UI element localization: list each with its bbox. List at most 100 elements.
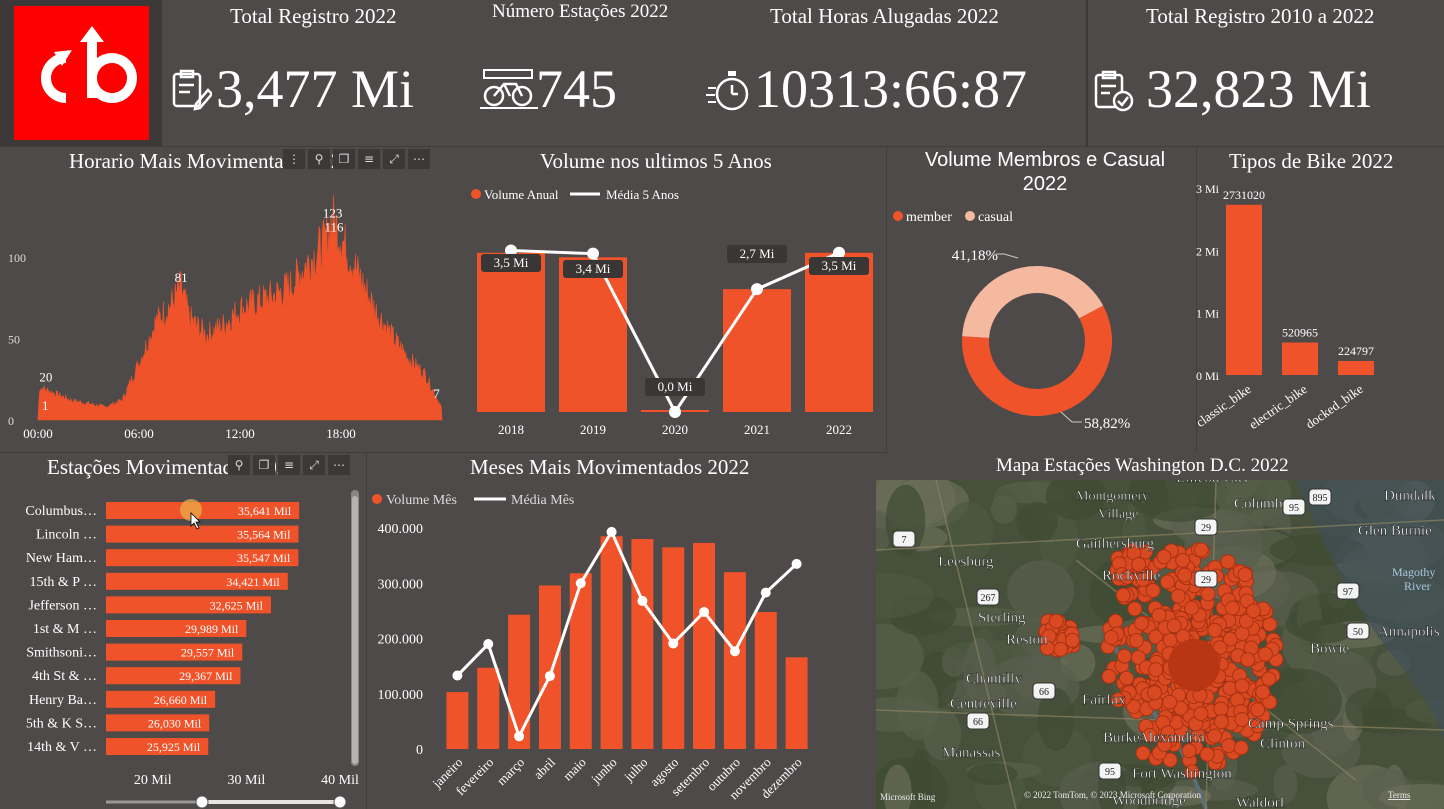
data-label: 7 xyxy=(433,386,440,401)
x-tick-label: julho xyxy=(620,755,650,785)
expand-icon[interactable]: ⤢ xyxy=(303,455,325,475)
map-place-label: Waldorf xyxy=(1236,795,1285,809)
station-marker xyxy=(1250,702,1266,718)
station-marker xyxy=(1103,630,1119,645)
more-icon[interactable]: ⋯ xyxy=(408,149,430,169)
terrain-patch xyxy=(1016,502,1058,544)
bar xyxy=(569,573,592,749)
chart-stations: Columbus… 35,641 Mil Lincoln … 35,564 Mil Ne… xyxy=(25,490,359,809)
filter-icon[interactable]: ≡ xyxy=(358,149,380,169)
station-marker xyxy=(1162,632,1178,648)
line-point xyxy=(751,283,763,296)
range-slider-handle-right xyxy=(333,795,347,809)
leader-line xyxy=(996,253,1019,259)
station-marker xyxy=(1134,615,1150,631)
data-label: 35,564 Mil xyxy=(237,528,291,542)
brand-logo xyxy=(14,6,149,140)
bar xyxy=(559,257,627,412)
y-tick-label: New Ham… xyxy=(26,551,97,566)
road-shield-label: 29 xyxy=(1201,523,1211,534)
x-tick-label: 40 Mil xyxy=(321,773,359,788)
bar xyxy=(1226,204,1262,375)
expand-icon[interactable]: ⤢ xyxy=(383,149,405,169)
kpi-divider xyxy=(1086,0,1088,146)
station-marker xyxy=(1127,601,1143,617)
road-shield-label: 7 xyxy=(902,535,907,546)
data-label: 26,030 Mil xyxy=(148,716,202,730)
y-tick-label: 50 xyxy=(8,333,20,347)
donut-slice xyxy=(962,266,1104,338)
station-marker xyxy=(1048,613,1064,629)
legend-label: Volume Anual xyxy=(484,187,559,202)
drag-handle-icon[interactable]: ⋮ xyxy=(283,149,305,169)
bar xyxy=(600,536,623,749)
data-label: 3,5 Mi xyxy=(494,255,529,270)
line-point xyxy=(587,247,599,260)
y-tick-label: 300.000 xyxy=(378,577,424,592)
legend-swatch-member xyxy=(893,211,903,221)
data-label: 224797 xyxy=(1338,344,1374,358)
legend-label: Média 5 Anos xyxy=(606,187,679,202)
map-brand: Microsoft Bing xyxy=(880,792,936,802)
data-label: 123 xyxy=(323,206,343,221)
line-point xyxy=(833,246,845,259)
kpi-title-registro-2022: Total Registro 2022 xyxy=(230,4,397,28)
copy-icon[interactable]: ❐ xyxy=(333,149,355,169)
x-tick-label: 00:00 xyxy=(23,426,53,441)
line-point xyxy=(544,671,555,682)
terrain-patch xyxy=(1345,687,1393,731)
line-point xyxy=(791,558,802,569)
range-slider-handle-left xyxy=(195,795,209,809)
map-place-label: Fort Washington xyxy=(1132,766,1232,782)
more-icon[interactable]: ⋯ xyxy=(328,455,350,475)
map-place-label: River xyxy=(1404,579,1431,593)
terrain-patch xyxy=(1296,619,1353,644)
station-marker xyxy=(1135,745,1151,761)
station-marker xyxy=(1177,567,1193,583)
station-marker xyxy=(1255,684,1271,700)
x-tick-label: 12:00 xyxy=(225,426,255,441)
station-marker xyxy=(1213,714,1229,730)
map-place-label: Alexandria xyxy=(1138,730,1205,746)
map-place-label: Leesburg xyxy=(938,554,994,570)
road-shield-label: 29 xyxy=(1201,575,1211,586)
y-tick-label: 200.000 xyxy=(378,633,424,648)
station-marker xyxy=(1257,646,1273,662)
map-title: Mapa Estações Washington D.C. 2022 xyxy=(996,455,1289,476)
station-marker xyxy=(1234,712,1250,727)
line-point xyxy=(637,595,648,606)
hourly-area xyxy=(37,194,443,421)
kpi-title-registro-2010-2022: Total Registro 2010 a 2022 xyxy=(1146,4,1375,28)
chart-hourly: 0 50 100 00:00 06:00 12:00 18:00 1 20 81 123116 7 xyxy=(8,194,443,441)
data-label: 32,625 Mil xyxy=(210,598,264,612)
station-marker xyxy=(1193,542,1209,558)
data-label: 3,5 Mi xyxy=(822,258,857,273)
map-view[interactable]: Montgomery Village Gaithersburg Columbia Dun… xyxy=(876,480,1444,809)
map-place-label: Annapolis xyxy=(1378,624,1440,640)
road-shield-label: 895 xyxy=(1313,493,1328,504)
x-tick-label: 2018 xyxy=(498,422,524,437)
y-tick-label: 0 xyxy=(416,743,423,758)
pin-icon[interactable]: ⚲ xyxy=(228,455,250,475)
station-marker xyxy=(1246,603,1261,619)
data-label: 0,0 Mi xyxy=(658,379,693,394)
bar xyxy=(538,585,561,749)
map-canvas[interactable]: MontgomeryVillageGaithersburgColumbia Dun… xyxy=(876,480,1444,809)
bar xyxy=(723,289,791,412)
station-marker xyxy=(1237,567,1253,583)
copy-icon[interactable]: ❐ xyxy=(253,455,275,475)
pin-icon[interactable]: ⚲ xyxy=(308,149,330,169)
stopwatch-icon xyxy=(706,68,750,116)
filter-icon[interactable]: ≡ xyxy=(278,455,300,475)
chart-bikes: 3 Mi 2 Mi 1 Mi 0 Mi 2731020 classic_bike 52096… xyxy=(1196,182,1374,432)
map-place-label: Burke xyxy=(1103,730,1140,746)
data-label: 35,547 Mil xyxy=(237,551,291,565)
data-label: 2731020 xyxy=(1223,188,1265,202)
y-tick-label: 4th St & … xyxy=(32,669,97,684)
data-label: 29,557 Mil xyxy=(181,646,235,660)
y-tick-label: 0 Mi xyxy=(1196,369,1220,383)
station-marker xyxy=(1207,728,1222,744)
line-point xyxy=(729,646,740,657)
x-tick-label: 2021 xyxy=(744,422,770,437)
map-attribution: © 2022 TomTom, © 2023 Microsoft Corporat… xyxy=(1024,790,1201,800)
